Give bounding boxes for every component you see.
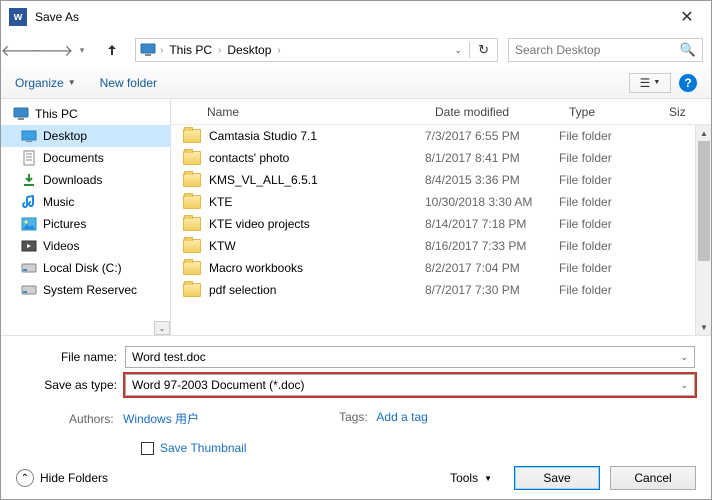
pictures-icon (21, 216, 37, 232)
tree-item-local-disk-c-[interactable]: Local Disk (C:) (1, 257, 170, 279)
tree-item-desktop[interactable]: Desktop (1, 125, 170, 147)
tree-item-pictures[interactable]: Pictures (1, 213, 170, 235)
scrollbar-thumb[interactable] (698, 141, 710, 261)
col-date[interactable]: Date modified (425, 105, 559, 119)
close-button[interactable]: ✕ (665, 2, 709, 32)
view-options-button[interactable]: ☰ ▼ (629, 73, 671, 93)
col-size[interactable]: Siz (659, 105, 711, 119)
col-type[interactable]: Type (559, 105, 659, 119)
folder-icon (183, 195, 201, 209)
window-title: Save As (35, 10, 665, 24)
folder-icon (183, 173, 201, 187)
scroll-down-icon[interactable]: ▼ (696, 319, 712, 335)
file-list: Name Date modified Type Siz Camtasia Stu… (171, 99, 711, 335)
file-row[interactable]: KTE10/30/2018 3:30 AMFile folder (171, 191, 711, 213)
save-button[interactable]: Save (514, 466, 600, 490)
authors-value[interactable]: Windows 用户 (123, 412, 199, 426)
cancel-button[interactable]: Cancel (610, 466, 696, 490)
chevron-right-icon[interactable]: › (277, 45, 280, 56)
chevron-right-icon[interactable]: › (160, 45, 163, 56)
chevron-down-icon[interactable]: ⌄ (680, 380, 688, 391)
folder-icon (183, 283, 201, 297)
refresh-button[interactable]: ↻ (474, 42, 493, 58)
file-row[interactable]: contacts' photo8/1/2017 8:41 PMFile fold… (171, 147, 711, 169)
file-row[interactable]: KMS_VL_ALL_6.5.18/4/2015 3:36 PMFile fol… (171, 169, 711, 191)
music-icon (21, 194, 37, 210)
tags-label: Tags: (339, 410, 368, 424)
file-row[interactable]: Camtasia Studio 7.17/3/2017 6:55 PMFile … (171, 125, 711, 147)
view-list-icon: ☰ (640, 76, 651, 90)
search-icon[interactable]: 🔍 (680, 42, 696, 58)
folder-icon (183, 217, 201, 231)
disk-icon (21, 282, 37, 298)
address-bar[interactable]: › This PC › Desktop › ⌄ ↻ (135, 38, 498, 62)
new-folder-button[interactable]: New folder (100, 76, 157, 90)
file-row[interactable]: KTW8/16/2017 7:33 PMFile folder (171, 235, 711, 257)
column-headers: Name Date modified Type Siz (171, 99, 711, 125)
tree-thispc[interactable]: This PC (1, 103, 170, 125)
filename-field[interactable]: Word test.doc ⌄ (125, 346, 695, 368)
desktop-icon (21, 128, 37, 144)
tree-item-system-reservec[interactable]: System Reservec (1, 279, 170, 301)
tree-scroll-down[interactable]: ⌄ (154, 321, 170, 335)
authors-label: Authors: (69, 412, 114, 426)
filename-label: File name: (17, 350, 125, 364)
chevron-right-icon[interactable]: › (218, 45, 221, 56)
chevron-up-icon: ⌃ (16, 469, 34, 487)
tree-item-music[interactable]: Music (1, 191, 170, 213)
breadcrumb-desktop[interactable]: Desktop (225, 43, 273, 57)
save-thumbnail-label[interactable]: Save Thumbnail (160, 441, 247, 455)
help-button[interactable]: ? (679, 74, 697, 92)
file-row[interactable]: Macro workbooks8/2/2017 7:04 PMFile fold… (171, 257, 711, 279)
documents-icon (21, 150, 37, 166)
chevron-down-icon[interactable]: ⌄ (680, 352, 688, 363)
pc-icon (13, 106, 29, 122)
search-input[interactable] (515, 43, 680, 57)
titlebar: w Save As ✕ (1, 1, 711, 33)
chevron-down-icon: ▼ (68, 78, 76, 87)
folder-icon (183, 239, 201, 253)
search-box[interactable]: 🔍 (508, 38, 703, 62)
tools-menu[interactable]: Tools ▼ (450, 471, 492, 485)
file-scrollbar[interactable]: ▲ ▼ (695, 125, 711, 335)
recent-dropdown[interactable]: ▾ (69, 37, 95, 63)
file-row[interactable]: pdf selection8/7/2017 7:30 PMFile folder (171, 279, 711, 301)
chevron-down-icon: ▼ (484, 474, 492, 483)
pc-icon (140, 43, 156, 57)
save-form: File name: Word test.doc ⌄ Save as type:… (1, 335, 711, 455)
forward-button: 🡒 (39, 37, 65, 63)
tags-value[interactable]: Add a tag (376, 410, 427, 424)
tree-item-videos[interactable]: Videos (1, 235, 170, 257)
save-thumbnail-checkbox[interactable] (141, 442, 154, 455)
command-bar: Organize ▼ New folder ☰ ▼ ? (1, 67, 711, 99)
nav-tree: This PC DesktopDocumentsDownloadsMusicPi… (1, 99, 171, 335)
videos-icon (21, 238, 37, 254)
folder-icon (183, 151, 201, 165)
tree-item-documents[interactable]: Documents (1, 147, 170, 169)
file-row[interactable]: KTE video projects8/14/2017 7:18 PMFile … (171, 213, 711, 235)
navigation-bar: 🡐 🡒 ▾ › This PC › Desktop › ⌄ ↻ 🔍 (1, 33, 711, 67)
col-name[interactable]: Name (171, 105, 425, 119)
downloads-icon (21, 172, 37, 188)
word-app-icon: w (9, 8, 27, 26)
up-button[interactable] (99, 37, 125, 63)
saveastype-label: Save as type: (17, 378, 125, 392)
disk-icon (21, 260, 37, 276)
tree-item-downloads[interactable]: Downloads (1, 169, 170, 191)
chevron-down-icon: ▼ (653, 79, 660, 86)
hide-folders-button[interactable]: ⌃ Hide Folders (16, 469, 108, 487)
saveastype-dropdown[interactable]: Word 97-2003 Document (*.doc) ⌄ (125, 374, 695, 396)
address-dropdown[interactable]: ⌄ (452, 45, 466, 56)
folder-icon (183, 261, 201, 275)
scroll-up-icon[interactable]: ▲ (696, 125, 712, 141)
breadcrumb-thispc[interactable]: This PC (167, 43, 214, 57)
dialog-footer: ⌃ Hide Folders Tools ▼ Save Cancel (0, 456, 712, 500)
organize-menu[interactable]: Organize ▼ (15, 76, 76, 90)
folder-icon (183, 129, 201, 143)
